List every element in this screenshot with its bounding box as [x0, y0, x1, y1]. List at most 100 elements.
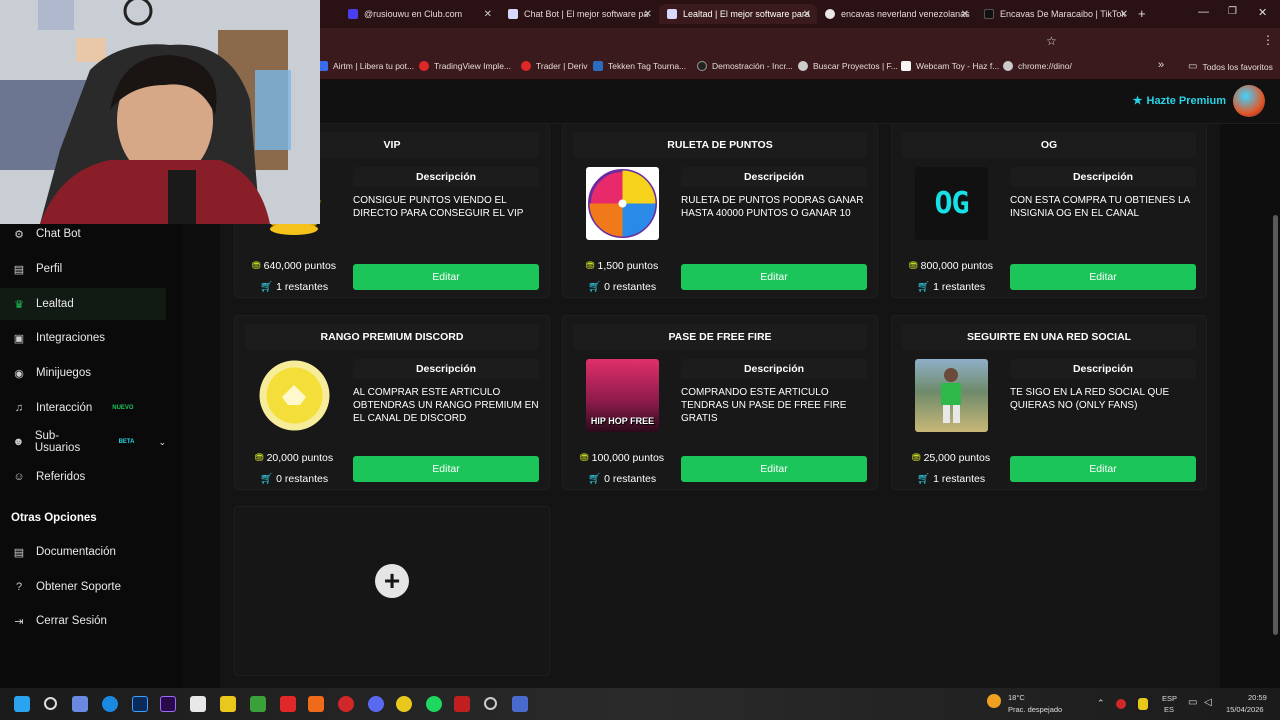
maximize-icon[interactable]: ❐	[1228, 6, 1237, 17]
reward-remaining: 🛒︎ 0 restantes	[235, 472, 353, 485]
reward-points: ⛃ 20,000 puntos	[235, 452, 353, 464]
cart-icon: 🛒︎	[587, 281, 602, 293]
close-tab-icon[interactable]: ✕	[961, 9, 969, 20]
diamond-favicon-icon	[508, 9, 518, 19]
windows-start-icon[interactable]	[14, 696, 30, 712]
edit-button[interactable]: Editar	[681, 264, 867, 290]
network-icon[interactable]: ▭	[1188, 697, 1197, 708]
edit-button[interactable]: Editar	[1010, 264, 1196, 290]
chrome-icon[interactable]	[396, 696, 412, 712]
bookmark-webcamtoy[interactable]: Webcam Toy - Haz f...	[901, 61, 999, 71]
bookmark-deriv[interactable]: Trader | Deriv	[521, 61, 588, 71]
opera-icon[interactable]	[338, 696, 354, 712]
add-reward-card[interactable]: +	[234, 506, 550, 676]
browser-tab-5[interactable]: Encavas De Maracaibo | TikTok ✕	[976, 4, 1134, 24]
bookmark-tekken[interactable]: Tekken Tag Tourna...	[593, 61, 686, 71]
globe-icon	[798, 61, 808, 71]
reward-points: ⛃ 640,000 puntos	[235, 260, 353, 272]
bookmark-dino[interactable]: chrome://dino/	[1003, 61, 1072, 71]
minecraft-icon[interactable]	[250, 696, 266, 712]
bookmarks-overflow-button[interactable]: »	[1158, 59, 1164, 71]
explorer-icon[interactable]	[72, 696, 88, 712]
close-tab-icon[interactable]: ✕	[644, 9, 652, 20]
edge-icon[interactable]	[102, 696, 118, 712]
remaining-value: 1 restantes	[276, 281, 329, 293]
region-indicator: ES	[1164, 705, 1175, 714]
chevron-up-icon[interactable]: ⌃	[1097, 698, 1105, 709]
trophy-icon: ♛	[14, 299, 24, 311]
sidebar-item-sub-usuarios[interactable]: ☻ Sub-Usuarios BETA ⌄	[0, 426, 166, 458]
files-icon[interactable]	[220, 696, 236, 712]
sidebar-item-soporte[interactable]: ? Obtener Soporte	[0, 571, 166, 603]
sidebar-item-cerrar-sesion[interactable]: ⇥ Cerrar Sesión	[0, 605, 166, 637]
sidebar-item-label: Minijuegos	[36, 367, 91, 379]
edit-button[interactable]: Editar	[353, 456, 539, 482]
new-tab-button[interactable]: +	[1138, 6, 1146, 21]
sidebar-item-perfil[interactable]: ▤ Perfil	[0, 253, 166, 285]
minimize-icon[interactable]: —	[1198, 6, 1209, 18]
chevron-down-icon[interactable]: ⌄	[158, 437, 166, 448]
edit-button[interactable]: Editar	[1010, 456, 1196, 482]
close-tab-icon[interactable]: ✕	[484, 9, 492, 20]
bookmark-proyectos[interactable]: Buscar Proyectos | F...	[798, 61, 898, 71]
close-window-icon[interactable]: ✕	[1258, 6, 1267, 19]
coins-icon: ⛃	[911, 452, 921, 464]
browser-tab-4[interactable]: encavas neverland venezolanas ✕	[817, 4, 975, 24]
points-value: 640,000 puntos	[263, 260, 337, 272]
browser-tab-1[interactable]: @rusiouwu en Club.com ✕	[340, 4, 498, 24]
menu-icon[interactable]: ⋮	[1262, 33, 1274, 47]
coins-icon: ⛃	[579, 452, 589, 464]
sidebar-item-minijuegos[interactable]: ◉ Minijuegos	[0, 357, 166, 389]
deriv-icon[interactable]	[280, 696, 296, 712]
reward-points: ⛃ 100,000 puntos	[563, 452, 681, 464]
browser-tab-active[interactable]: Lealtad | El mejor software para ✕	[659, 4, 817, 24]
club-favicon-icon	[348, 9, 358, 19]
bookmark-demo[interactable]: Demostración - Incr...	[697, 61, 793, 71]
reward-description: COMPRANDO ESTE ARTICULO TENDRAS UN PASE …	[681, 387, 847, 424]
music-icon: ♫	[14, 402, 24, 414]
tray-app-icon[interactable]	[1138, 698, 1148, 710]
close-tab-icon[interactable]: ✕	[803, 9, 811, 20]
sidebar-item-integraciones[interactable]: ▣ Integraciones	[0, 322, 166, 354]
google-favicon-icon	[825, 9, 835, 19]
description-header: Descripción	[353, 167, 539, 187]
bookmark-tradingview[interactable]: TradingView Imple...	[419, 61, 511, 71]
all-bookmarks-folder[interactable]: ▭ Todos los favoritos	[1188, 61, 1273, 72]
webcam-overlay	[0, 0, 320, 225]
diamond-favicon-icon	[667, 9, 677, 19]
cart-icon: 🛒︎	[916, 473, 931, 485]
spotify-icon[interactable]	[426, 696, 442, 712]
sidebar-item-interaccion[interactable]: ♫ Interacción NUEVO	[0, 392, 166, 424]
star-icon[interactable]: ☆	[1046, 34, 1057, 48]
volume-icon[interactable]: ◁	[1204, 697, 1212, 708]
tray-app-icon[interactable]	[1116, 699, 1126, 709]
premium-button[interactable]: ★ Hazte Premium	[1133, 94, 1226, 108]
bookmark-label: Tekken Tag Tourna...	[608, 61, 687, 71]
obs-icon[interactable]	[484, 697, 497, 710]
app-icon[interactable]	[190, 696, 206, 712]
browser-tab-2[interactable]: Chat Bot | El mejor software pa ✕	[500, 4, 658, 24]
brave-icon[interactable]	[308, 696, 324, 712]
edit-button[interactable]: Editar	[681, 456, 867, 482]
discord-icon[interactable]	[368, 696, 384, 712]
app-icon[interactable]	[512, 696, 528, 712]
premiere-icon[interactable]	[160, 696, 176, 712]
scrollbar[interactable]	[1273, 215, 1278, 635]
clock-time[interactable]: 20:59	[1248, 693, 1267, 702]
avatar[interactable]	[1233, 85, 1265, 117]
edit-button[interactable]: Editar	[353, 264, 539, 290]
voicemod-icon[interactable]	[454, 696, 470, 712]
bookmark-airtm[interactable]: Airtm | Libera tu pot...	[318, 61, 414, 71]
language-indicator[interactable]: ESP	[1162, 694, 1177, 703]
sidebar-item-lealtad[interactable]: ♛ Lealtad	[0, 288, 166, 320]
search-icon[interactable]	[44, 697, 57, 710]
sidebar-item-label: Cerrar Sesión	[36, 615, 107, 627]
photoshop-icon[interactable]	[132, 696, 148, 712]
robot-icon: ⚙	[14, 229, 24, 241]
add-reward-button[interactable]: +	[375, 564, 409, 598]
close-tab-icon[interactable]: ✕	[1120, 9, 1128, 20]
sidebar-item-documentacion[interactable]: ▤ Documentación	[0, 536, 166, 568]
sidebar-item-referidos[interactable]: ☺ Referidos	[0, 461, 166, 493]
reward-description: TE SIGO EN LA RED SOCIAL QUE QUIERAS NO …	[1010, 387, 1170, 411]
remaining-value: 0 restantes	[604, 473, 657, 485]
